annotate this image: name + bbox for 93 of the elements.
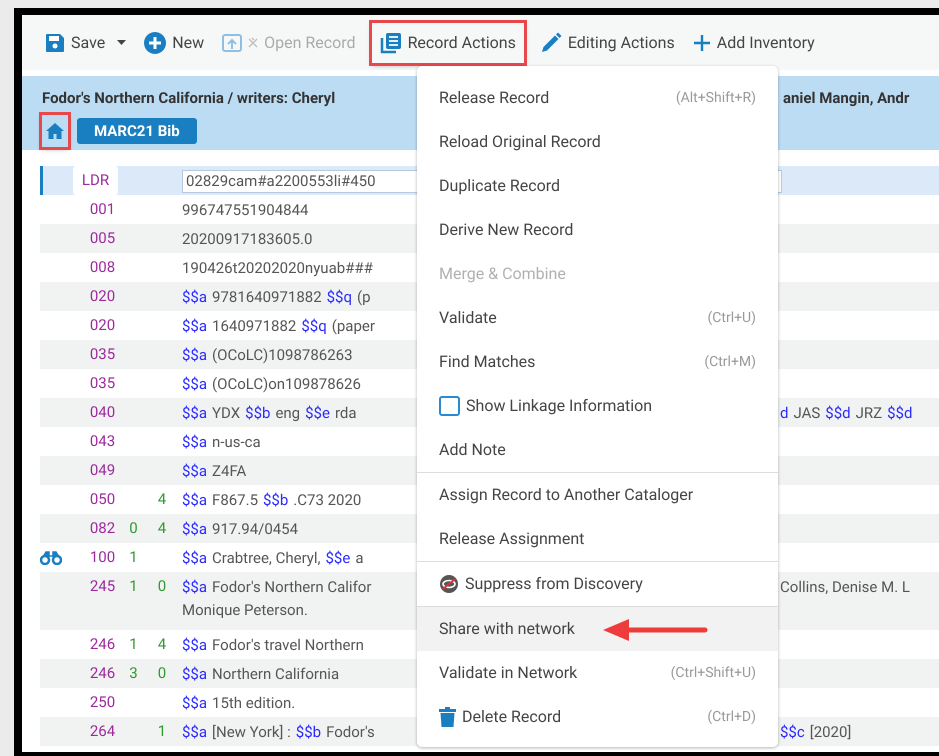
menu-item[interactable]: Suppress from Discovery	[417, 562, 778, 606]
field-content: Monique Peterson.	[182, 600, 309, 621]
field-content: $$a (OCoLC)1098786263	[182, 345, 354, 366]
field-content: $$a Northern California	[182, 664, 340, 685]
menu-item[interactable]: Duplicate Record	[417, 164, 778, 208]
field-content: $$a [New York] : $$b Fodor's	[182, 722, 376, 743]
toolbar-button[interactable]: Editing Actions	[532, 22, 683, 62]
field-content: $$a Crabtree, Cheryl, $$e a	[182, 548, 364, 569]
field-tag: 035	[90, 372, 116, 395]
indicator: 0	[129, 518, 138, 540]
toolbar-button[interactable]: Record Actions	[372, 22, 524, 62]
field-content: 20200917183605.0	[182, 229, 314, 250]
field-tag: 250	[90, 691, 116, 714]
indicator: 1	[129, 547, 138, 568]
record-title: Fodor's Northern California / writers: Cheryl	[42, 89, 336, 107]
menu-item[interactable]: Show Linkage Information	[417, 384, 778, 428]
field-content: $$a Z4FA	[182, 461, 248, 482]
menu-item[interactable]: Assign Record to Another Cataloger	[417, 473, 778, 517]
field-content: 996747551904844	[182, 200, 310, 221]
menu-item[interactable]: Derive New Record	[417, 208, 778, 252]
field-tag: LDR	[72, 166, 118, 195]
toolbar-button[interactable]: Add Inventory	[684, 22, 823, 62]
field-tag: 020	[90, 314, 116, 337]
field-tag: 264	[90, 720, 116, 743]
indicator: 0	[158, 663, 166, 684]
toolbar-button[interactable]: New	[136, 22, 212, 62]
record-title: aniel Mangin, Andr	[783, 89, 910, 107]
shortcut-hint: (Alt+Shift+R)	[676, 88, 756, 108]
field-content: d JAS $$d JRZ $$d	[780, 403, 914, 424]
shortcut-hint: (Ctrl+U)	[707, 308, 756, 328]
indicator: 3	[129, 663, 138, 684]
menu-item[interactable]: Validate in Network (Ctrl+Shift+U)	[417, 651, 778, 695]
trash-icon	[439, 707, 456, 727]
toolbar-button[interactable]: Save	[37, 22, 134, 62]
menu-item[interactable]: Validate (Ctrl+U)	[417, 296, 778, 340]
indicator: 4	[158, 518, 166, 540]
field-content: $$c [2020]	[780, 722, 852, 743]
stacked-list-icon	[380, 32, 402, 54]
field-tag: 050	[90, 488, 116, 511]
menu-item[interactable]: Delete Record (Ctrl+D)	[417, 695, 778, 739]
menu-item[interactable]: Share with network	[417, 607, 778, 651]
field-tag: 246	[90, 633, 116, 656]
home-button[interactable]	[42, 115, 68, 147]
field-tag: 082	[90, 517, 116, 540]
field-tag: 245	[90, 575, 116, 598]
field-tag: 246	[90, 662, 116, 685]
indicator: 4	[158, 634, 166, 656]
field-tag: 008	[90, 256, 116, 279]
field-content: $$a 1640971882 $$q (paper	[182, 316, 376, 337]
field-content: $$a Fodor's travel Northern	[182, 635, 365, 656]
indicator: 4	[158, 489, 166, 510]
field-content: $$a F867.5 $$b .C73 2020	[182, 490, 362, 511]
indicator: 1	[158, 721, 166, 742]
record-type-badge: MARC21 Bib	[77, 118, 197, 144]
menu-item[interactable]: Reload Original Record	[417, 120, 778, 164]
field-tag: 100	[90, 546, 116, 569]
field-tag: 020	[90, 285, 116, 308]
menu-item[interactable]: Release Record (Alt+Shift+R)	[417, 76, 778, 120]
caret-icon	[117, 40, 126, 45]
shortcut-hint: (Ctrl+M)	[704, 352, 756, 372]
save-icon	[45, 32, 65, 52]
shortcut-hint: (Ctrl+Shift+U)	[670, 664, 756, 682]
field-tag: 049	[90, 459, 116, 482]
menu-item[interactable]: Add Note	[417, 428, 778, 472]
field-content: $$a 15th edition.	[182, 693, 296, 714]
upload-box-icon	[222, 32, 242, 52]
plus-icon	[692, 34, 711, 52]
menu-item[interactable]: Find Matches (Ctrl+M)	[417, 340, 778, 384]
field-content: $$a 9781640971882 $$q (p	[182, 287, 372, 308]
field-content: Collins, Denise M. L	[780, 577, 911, 598]
tools-icon	[248, 36, 258, 48]
field-tag: 040	[90, 401, 116, 424]
field-tag: 035	[90, 343, 116, 366]
home-icon	[46, 123, 64, 139]
checkbox[interactable]	[439, 396, 460, 416]
eye-slash-icon	[439, 574, 459, 594]
field-tag: 043	[90, 430, 116, 453]
field-tag: 005	[90, 227, 116, 250]
field-content: 190426t20202020nyuab###	[182, 258, 374, 279]
indicator: 0	[158, 576, 166, 598]
field-content: $$a 917.94/0454	[182, 519, 300, 540]
field-content: $$a YDX $$b eng $$e rda	[182, 403, 358, 424]
pencil-icon	[540, 32, 562, 54]
binoculars-icon[interactable]	[40, 550, 62, 564]
field-content: $$a n-us-ca	[182, 432, 262, 453]
indicator: 1	[129, 576, 138, 598]
field-tag: 001	[90, 198, 116, 221]
plus-circle-icon	[144, 32, 166, 54]
shortcut-hint: (Ctrl+D)	[707, 708, 756, 726]
field-content: $$a Fodor's Northern Califor	[182, 577, 372, 598]
indicator: 1	[129, 634, 138, 656]
menu-item[interactable]: Release Assignment	[417, 517, 778, 561]
field-content: $$a (OCoLC)on109878626	[182, 374, 362, 395]
